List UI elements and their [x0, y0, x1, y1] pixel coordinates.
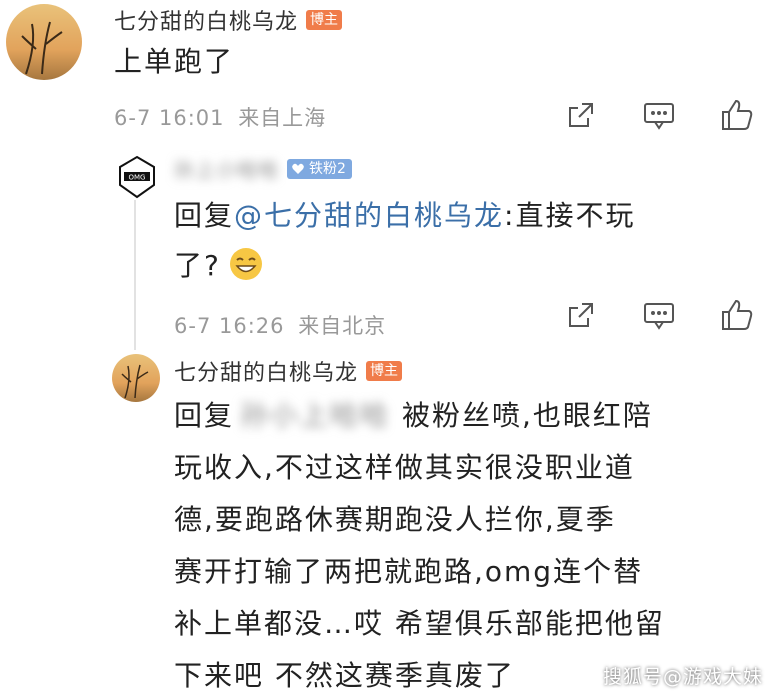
heart-icon	[292, 163, 304, 174]
comment-date: 6-7 16:26	[174, 314, 285, 338]
reply-prefix: 回复	[174, 199, 235, 232]
author-badge: 博主	[306, 10, 343, 30]
comment-date: 6-7 16:01	[114, 106, 225, 130]
comment-line: 补上单都没…哎 希望俱乐部能把他留	[174, 607, 665, 640]
comment-text: :直接不玩	[504, 199, 636, 232]
username[interactable]: 七分甜的白桃乌龙	[114, 4, 298, 36]
comment-icon[interactable]	[643, 101, 675, 131]
username[interactable]: 孙上小哈哈	[174, 154, 279, 183]
watermark: 搜狐号@游戏大妹	[602, 666, 763, 688]
share-icon[interactable]	[566, 100, 596, 130]
svg-text:OMG: OMG	[129, 174, 146, 182]
comment-line: 赛开打输了两把就跑路,omg连个替	[174, 555, 644, 588]
comment-location: 来自北京	[298, 314, 387, 338]
avatar[interactable]	[6, 4, 82, 80]
comment-line: 玩收入,不过这样做其实很没职业道	[174, 451, 635, 484]
like-icon[interactable]	[720, 298, 754, 332]
comment-icon[interactable]	[643, 301, 675, 331]
blurred-username[interactable]: 孙小上哈哈	[240, 394, 390, 434]
comment-line: 德,要跑路休赛期跑没人拦你,夏季	[174, 503, 616, 536]
username[interactable]: 七分甜的白桃乌龙	[174, 355, 358, 387]
fan-badge: 铁粉2	[287, 158, 352, 179]
author-badge: 博主	[366, 361, 403, 381]
comment-line: 被粉丝喷,也眼红陪	[402, 399, 653, 432]
comment-location: 来自上海	[238, 106, 327, 130]
comment-text: 了?	[174, 249, 221, 282]
fan-badge-label: 铁粉2	[309, 160, 346, 177]
avatar[interactable]	[112, 354, 160, 402]
share-icon[interactable]	[566, 300, 596, 330]
like-icon[interactable]	[720, 98, 754, 132]
mention-link[interactable]: @七分甜的白桃乌龙	[234, 199, 504, 232]
laugh-emoji	[229, 248, 262, 280]
reply-prefix: 回复	[174, 399, 235, 432]
comment-line: 下来吧 不然这赛季真废了	[174, 659, 515, 692]
avatar[interactable]: OMG	[116, 155, 158, 199]
thread-line	[134, 200, 136, 350]
comment-text: 上单跑了	[114, 45, 235, 78]
